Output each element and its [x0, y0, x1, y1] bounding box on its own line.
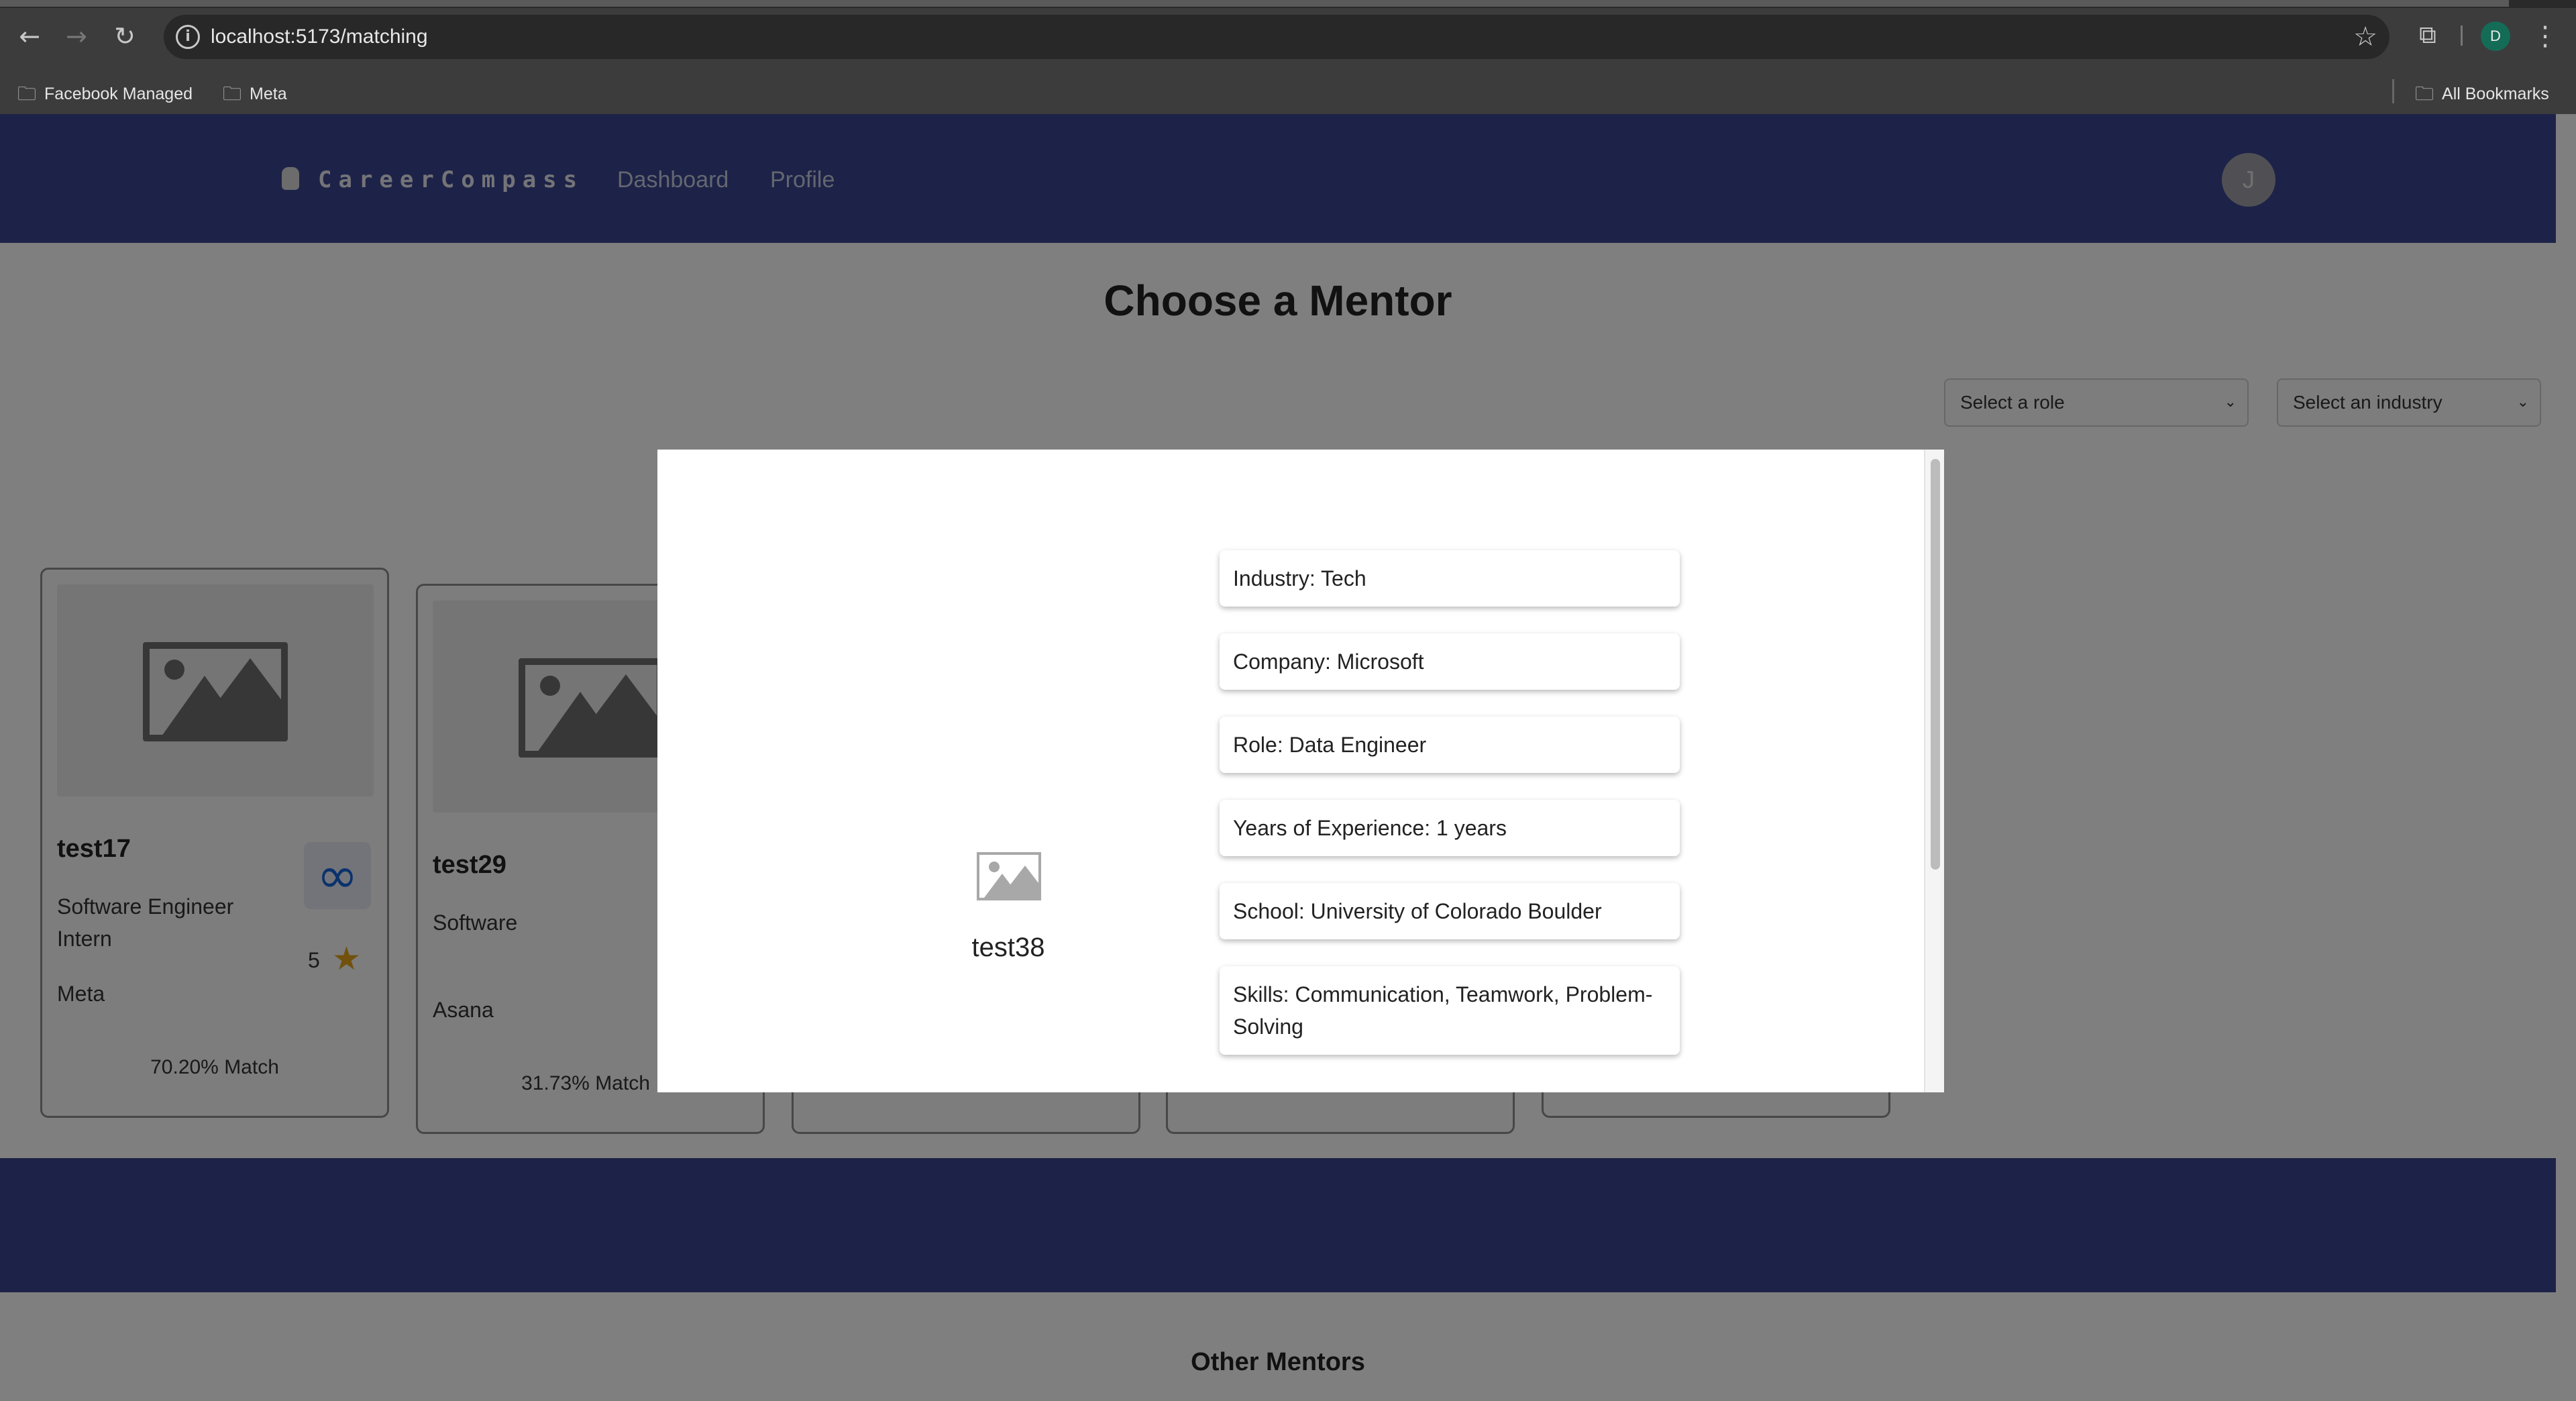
- page-content: CareerCompass Dashboard Profile J Choose…: [0, 114, 2576, 1401]
- modal-scrollbar[interactable]: [1924, 450, 1944, 1092]
- bookmark-label: Meta: [250, 85, 287, 103]
- folder-icon: 🗀: [2415, 83, 2434, 105]
- mentor-details-list: Industry: Tech Company: Microsoft Role: …: [1220, 550, 1680, 1082]
- browser-profile-avatar[interactable]: D: [2481, 21, 2510, 51]
- all-bookmarks[interactable]: 🗀 All Bookmarks: [2415, 81, 2549, 107]
- modal-mentor-name: test38: [971, 933, 1045, 962]
- detail-skills: Skills: Communication, Teamwork, Problem…: [1220, 966, 1680, 1055]
- broken-image-icon: [977, 852, 1041, 900]
- detail-school: School: University of Colorado Boulder: [1220, 883, 1680, 939]
- detail-experience: Years of Experience: 1 years: [1220, 800, 1680, 856]
- bookmark-facebook-managed[interactable]: 🗀 Facebook Managed: [17, 81, 193, 107]
- browser-menu-icon[interactable]: ⋮: [2532, 19, 2559, 54]
- managed-folder-icon: 🗀: [17, 83, 37, 105]
- detail-company: Company: Microsoft: [1220, 633, 1680, 690]
- toolbar-divider: [2461, 25, 2463, 46]
- extensions-icon[interactable]: ⧉: [2411, 19, 2445, 52]
- folder-icon: 🗀: [223, 83, 242, 105]
- address-bar[interactable]: i localhost:5173/matching ☆: [164, 15, 2390, 59]
- bookmark-meta[interactable]: 🗀 Meta: [223, 81, 287, 107]
- all-bookmarks-label: All Bookmarks: [2442, 85, 2549, 103]
- bookmarks-bar: 🗀 Facebook Managed 🗀 Meta 🗀 All Bookmarks: [0, 75, 2576, 114]
- bookmark-label: Facebook Managed: [44, 85, 193, 103]
- back-icon[interactable]: ←: [12, 19, 47, 54]
- site-info-icon[interactable]: i: [176, 25, 200, 49]
- url-text[interactable]: localhost:5173/matching: [211, 24, 428, 50]
- tab-strip: [0, 0, 2576, 8]
- reload-icon[interactable]: ↻: [107, 19, 142, 54]
- mentor-detail-modal: test38 Industry: Tech Company: Microsoft…: [657, 450, 1944, 1092]
- forward-icon[interactable]: →: [59, 19, 94, 54]
- detail-role: Role: Data Engineer: [1220, 717, 1680, 773]
- scrollbar-thumb[interactable]: [1931, 459, 1940, 870]
- active-tab[interactable]: [0, 0, 2509, 7]
- browser-chrome: ← → ↻ i localhost:5173/matching ☆ ⧉ D ⋮ …: [0, 0, 2576, 114]
- detail-industry: Industry: Tech: [1220, 550, 1680, 607]
- bookmarks-divider: [2392, 79, 2394, 103]
- bookmark-star-icon[interactable]: ☆: [2353, 20, 2377, 54]
